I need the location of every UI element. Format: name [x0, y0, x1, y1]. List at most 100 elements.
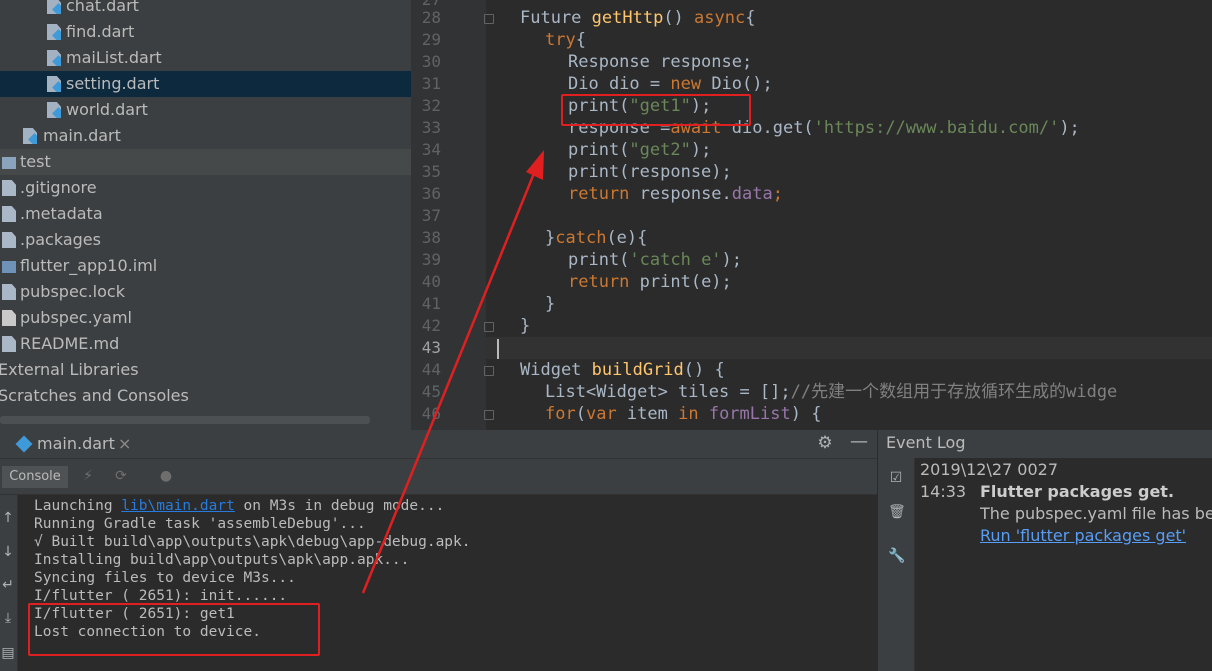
code-token: item [626, 404, 679, 424]
tree-item-metadata[interactable]: .metadata [0, 201, 411, 227]
tree-item-world-dart[interactable]: world.dart [0, 97, 411, 123]
file-link[interactable]: lib\main.dart [121, 498, 235, 514]
console-line: Launching lib\main.dart on M3s in debug … [34, 497, 444, 515]
code-token: print( [568, 140, 630, 160]
code-token: return [568, 184, 640, 204]
tree-item-gitignore[interactable]: .gitignore [0, 175, 411, 201]
line-number: 39 [421, 250, 441, 269]
code-line-41: } [545, 293, 555, 315]
horizontal-scrollbar[interactable] [0, 416, 370, 424]
gear-icon[interactable]: ⚙ [817, 435, 833, 452]
yaml-file-icon [2, 310, 16, 326]
tree-item-label: world.dart [66, 100, 148, 119]
flutter-inspector-icon[interactable]: ● [158, 468, 174, 484]
tree-item-label: test [20, 152, 51, 171]
hot-reload-icon[interactable]: ⚡ [80, 468, 96, 484]
code-token: } [545, 294, 556, 314]
tree-item-label: flutter_app10.iml [20, 256, 158, 275]
fold-marker-icon[interactable] [484, 322, 494, 332]
project-tree: chat.dart find.dart maiList.dart setting… [0, 0, 411, 430]
code-token: Response response; [568, 52, 753, 72]
tree-item-label: .packages [20, 230, 101, 249]
tree-item-label: maiList.dart [66, 48, 162, 67]
scroll-down-icon[interactable]: ↓ [0, 544, 16, 560]
code-line-28: Future getHttp() async{ [520, 7, 755, 29]
code-token: ( [575, 404, 586, 424]
tree-item-test[interactable]: test [0, 149, 411, 175]
console-side-toolbar: ↑ ↓ ↵ ⤓ ▤ [0, 495, 18, 671]
line-number: 42 [421, 316, 441, 335]
close-icon[interactable]: × [118, 430, 131, 458]
code-token: () [663, 8, 695, 28]
code-line-34: print("get2"); [568, 139, 711, 161]
text-caret [497, 339, 499, 359]
dart-file-icon [47, 50, 61, 66]
tree-item-external-libraries[interactable]: External Libraries [0, 357, 411, 383]
folder-icon [2, 157, 16, 169]
tree-item-mailist-dart[interactable]: maiList.dart [0, 45, 411, 71]
code-token: formList [708, 404, 791, 424]
console-tab[interactable]: Console [2, 466, 68, 488]
scroll-up-icon[interactable]: ↑ [0, 510, 16, 526]
code-token: } [520, 316, 531, 336]
hot-restart-icon[interactable]: ⟳ [113, 468, 129, 484]
run-flutter-packages-get-link[interactable]: Run 'flutter packages get' [980, 526, 1186, 545]
fold-marker-icon[interactable] [484, 14, 494, 24]
wrench-icon[interactable]: 🔧 [888, 548, 905, 564]
code-token: buildGrid [591, 360, 684, 380]
event-message: The pubspec.yaml file has been [980, 504, 1212, 523]
tree-item-iml[interactable]: flutter_app10.iml [0, 253, 411, 279]
event-time: 14:33 [920, 482, 967, 501]
dart-file-icon [47, 24, 61, 40]
code-token: getHttp [591, 8, 664, 28]
dart-file-icon [47, 102, 61, 118]
line-number: 28 [421, 8, 441, 27]
dart-file-icon [47, 0, 61, 14]
minimize-icon[interactable]: — [850, 433, 868, 451]
soft-wrap-icon[interactable]: ↵ [0, 577, 16, 593]
dart-file-icon [47, 76, 61, 92]
event-log-toolbar: ☑ 🗑 🔧 [878, 458, 915, 671]
event-heading-text: Flutter packages get. [980, 482, 1175, 501]
tree-item-find-dart[interactable]: find.dart [0, 19, 411, 45]
tree-item-chat-dart[interactable]: chat.dart [0, 0, 411, 19]
file-icon [2, 336, 16, 352]
code-token: ); [1059, 118, 1080, 138]
tree-item-setting-dart[interactable]: setting.dart [0, 71, 411, 97]
fold-marker-icon[interactable] [484, 410, 494, 420]
code-token: //先建一个数组用于存放循环生成的widge [790, 382, 1118, 402]
trash-icon[interactable]: 🗑 [888, 504, 906, 520]
file-icon [2, 206, 16, 222]
code-token: } [545, 228, 556, 248]
event-action: Run 'flutter packages get' [980, 525, 1186, 547]
scroll-to-end-icon[interactable]: ⤓ [0, 610, 16, 626]
line-number: 33 [421, 118, 441, 137]
tree-item-scratches[interactable]: Scratches and Consoles [0, 383, 411, 409]
tree-item-packages[interactable]: .packages [0, 227, 411, 253]
line-number: 31 [421, 74, 441, 93]
code-token: { [575, 30, 586, 50]
line-number: 41 [421, 294, 441, 313]
tree-item-pubspec-yaml[interactable]: pubspec.yaml [0, 305, 411, 331]
mark-read-icon[interactable]: ☑ [888, 470, 904, 486]
print-icon[interactable]: ▤ [0, 645, 16, 661]
code-token: new [670, 74, 712, 94]
code-token: print(e); [639, 272, 732, 292]
tree-item-readme[interactable]: README.md [0, 331, 411, 357]
code-token: ) { [790, 404, 822, 424]
annotation-box-console-output [28, 603, 320, 656]
code-token: in [678, 404, 709, 424]
flutter-icon [15, 435, 33, 453]
code-line-36: return response.data; [568, 183, 783, 205]
code-token: return [568, 272, 640, 292]
tree-item-pubspec-lock[interactable]: pubspec.lock [0, 279, 411, 305]
tree-item-main-dart[interactable]: main.dart [0, 123, 411, 149]
tree-item-label: .metadata [20, 204, 103, 223]
code-token: ; [772, 184, 783, 204]
run-tab-label: main.dart [37, 434, 115, 453]
fold-marker-icon[interactable] [484, 366, 494, 376]
run-tab-main-dart[interactable]: main.dart × [0, 430, 140, 458]
code-token: try [545, 30, 576, 50]
event-heading: Flutter packages get. [980, 481, 1174, 503]
code-token: ); [690, 140, 712, 160]
